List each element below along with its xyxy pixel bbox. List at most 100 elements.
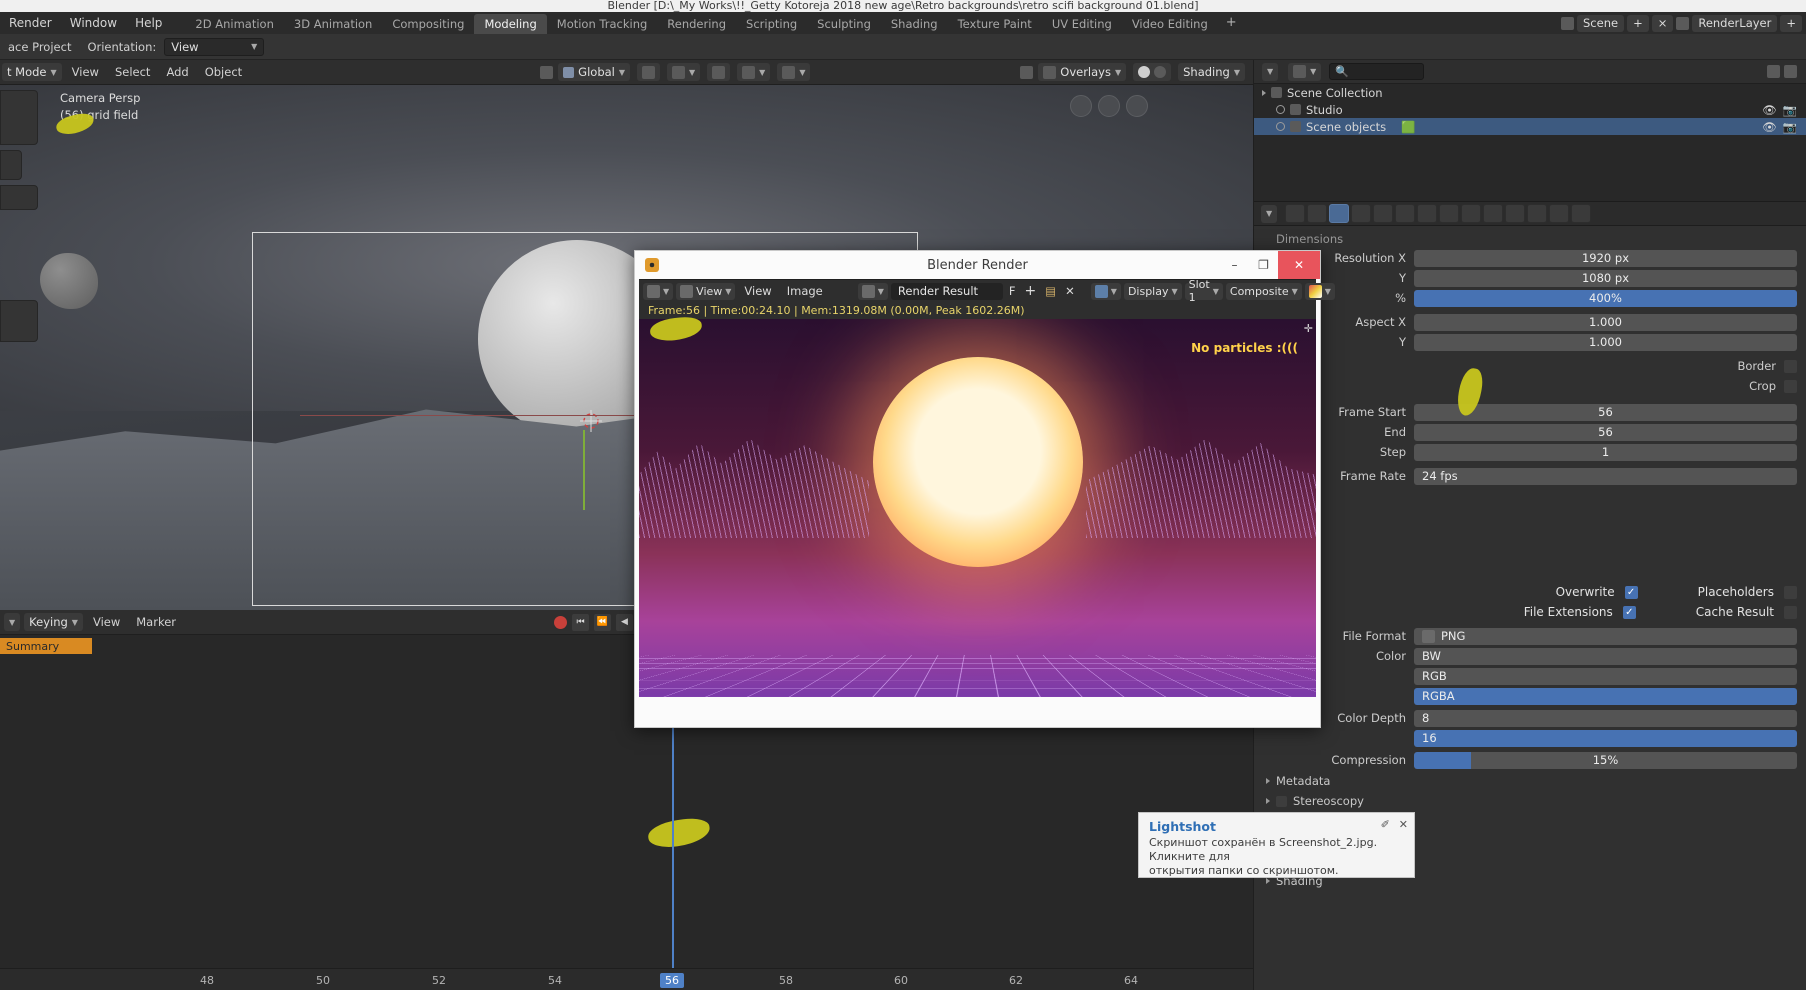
jump-start-button[interactable]: ⏮ [572,614,589,631]
placeholders-checkbox[interactable] [1784,586,1797,599]
lightshot-notification[interactable]: ✐ ✕ Lightshot Скриншот сохранён в Screen… [1138,812,1415,878]
new-image-button[interactable]: + [1022,283,1040,299]
eye-icon[interactable]: 👁 [1762,103,1777,117]
tab-view-layer[interactable] [1351,204,1371,223]
viewport-menu-object[interactable]: Object [197,60,250,85]
viewport-menu-select[interactable]: Select [107,60,158,85]
overlays-dropdown[interactable]: Overlays ▼ [1038,63,1126,81]
render-window-titlebar[interactable]: Blender Render – ❐ ✕ [635,251,1320,279]
current-frame-indicator[interactable]: 56 [660,973,684,988]
menu-image[interactable]: Image [781,284,829,298]
keying-set-select[interactable]: Keying ▼ [24,613,83,631]
workspace-tab-compositing[interactable]: Compositing [382,14,474,34]
tab-data[interactable] [1527,204,1547,223]
pin-icon[interactable]: ✐ [1381,818,1390,831]
toolbar-stub-lower[interactable] [0,185,38,210]
move-view-gizmo[interactable] [1070,95,1092,117]
cache-result-checkbox[interactable] [1784,606,1797,619]
frame-end-field[interactable]: 56 [1414,424,1797,441]
record-auto-key-icon[interactable] [554,616,567,629]
aspect-y-field[interactable]: 1.000 [1414,334,1797,351]
tab-texture[interactable] [1571,204,1591,223]
snap-magnet-icon[interactable] [540,66,553,79]
tab-tool[interactable] [1285,204,1305,223]
camera-view-gizmo[interactable] [1126,95,1148,117]
menu-help[interactable]: Help [126,12,171,34]
shading-mode-buttons[interactable] [1133,63,1171,81]
color-option-rgb[interactable]: RGB [1414,668,1797,685]
tab-constraints[interactable] [1505,204,1525,223]
eye-icon[interactable]: 👁 [1762,120,1777,134]
prev-keyframe-button[interactable]: ⏪ [594,614,611,631]
properties-tab-bar[interactable]: ▼ [1254,202,1806,226]
timeline-ruler[interactable]: 48 50 52 54 58 60 62 64 56 [0,968,1253,990]
stereoscopy-checkbox[interactable] [1276,796,1287,807]
frame-rate-field[interactable]: 24 fps [1414,468,1797,485]
image-datablock-icon-select[interactable]: ▼ [858,283,888,300]
render-pass-select[interactable]: Composite ▼ [1226,283,1302,300]
viewport-menu-add[interactable]: Add [158,60,196,85]
display-select[interactable]: Display ▼ [1124,283,1182,300]
display-channels-select[interactable]: ▼ [1091,283,1121,300]
play-reverse-button[interactable]: ◀ [616,614,633,631]
open-image-button[interactable]: ▤ [1042,284,1059,298]
tab-scene[interactable] [1373,204,1393,223]
menu-window[interactable]: Window [61,12,126,34]
workspace-tab-modeling[interactable]: Modeling [474,14,546,34]
section-metadata[interactable]: Metadata [1254,771,1806,791]
toolbar-stub-top[interactable] [0,90,38,145]
render-result-image[interactable]: No particles :((( ✛ [639,319,1316,697]
image-name-field[interactable]: Render Result [891,283,1003,300]
outliner-display-mode[interactable]: ▼ [1288,63,1321,81]
orientation-select[interactable]: View ▼ [164,38,264,56]
file-format-select[interactable]: PNG [1414,628,1797,645]
proportional-edit-toggle[interactable] [707,63,730,81]
crop-checkbox[interactable] [1784,380,1797,393]
disclosure-icon[interactable] [1276,105,1285,114]
outliner-editor-type[interactable]: ▼ [1262,63,1278,81]
resolution-y-field[interactable]: 1080 px [1414,270,1797,287]
outliner-search-field[interactable] [1353,66,1418,78]
image-pin-icon[interactable]: ✛ [1304,322,1313,335]
timeline-menu-marker[interactable]: Marker [128,610,184,635]
file-extensions-checkbox[interactable]: ✓ [1623,606,1636,619]
outliner-row-scene-objects[interactable]: Scene objects 🟩 👁 📷 [1254,118,1806,135]
percent-field[interactable]: 400% [1414,290,1797,307]
viewport-nav-gizmos[interactable] [1070,95,1148,117]
unlink-image-button[interactable]: ✕ [1062,284,1078,298]
section-stereoscopy[interactable]: Stereoscopy [1254,791,1806,811]
add-workspace-button[interactable]: + [1218,12,1245,34]
tab-output[interactable] [1329,204,1349,223]
workspace-tab-video-editing[interactable]: Video Editing [1122,14,1218,34]
workspace-tab-scripting[interactable]: Scripting [736,14,807,34]
timeline-editor-type[interactable]: ▼ [4,613,20,631]
workspace-tab-2d-animation[interactable]: 2D Animation [185,14,283,34]
tab-particles[interactable] [1461,204,1481,223]
transform-orientation-select[interactable]: Global ▼ [558,63,630,81]
workspace-tab-texture-paint[interactable]: Texture Paint [948,14,1042,34]
outliner-search-input[interactable]: 🔍 [1329,63,1424,80]
snap-toggle[interactable] [637,63,660,81]
camera-icon[interactable]: 📷 [1783,103,1797,117]
tab-render[interactable] [1307,204,1327,223]
tab-world[interactable] [1395,204,1415,223]
scene-selector[interactable]: Scene [1577,15,1624,32]
disclosure-icon[interactable] [1276,122,1285,131]
remove-scene-button[interactable]: × [1652,15,1674,32]
editor-type-select[interactable]: ▼ [643,283,673,300]
expand-triangle-icon[interactable] [1262,90,1266,96]
visibility-icon[interactable] [1020,66,1033,79]
fake-user-button[interactable]: F [1006,284,1019,298]
tab-object[interactable] [1417,204,1437,223]
menu-render[interactable]: Render [0,12,61,34]
close-icon[interactable]: ✕ [1399,818,1408,831]
snap-mode-select[interactable]: ▼ [667,63,700,81]
view-layer-selector[interactable]: RenderLayer [1692,15,1777,32]
workspace-tab-3d-animation[interactable]: 3D Animation [284,14,382,34]
add-view-layer-button[interactable]: + [1780,15,1802,32]
toolbar-stub-bottom[interactable] [0,300,38,342]
filter-icon[interactable] [1767,65,1780,78]
shading-dropdown[interactable]: Shading ▼ [1178,63,1245,81]
camera-icon[interactable]: 📷 [1783,120,1797,134]
tab-modifiers[interactable] [1439,204,1459,223]
